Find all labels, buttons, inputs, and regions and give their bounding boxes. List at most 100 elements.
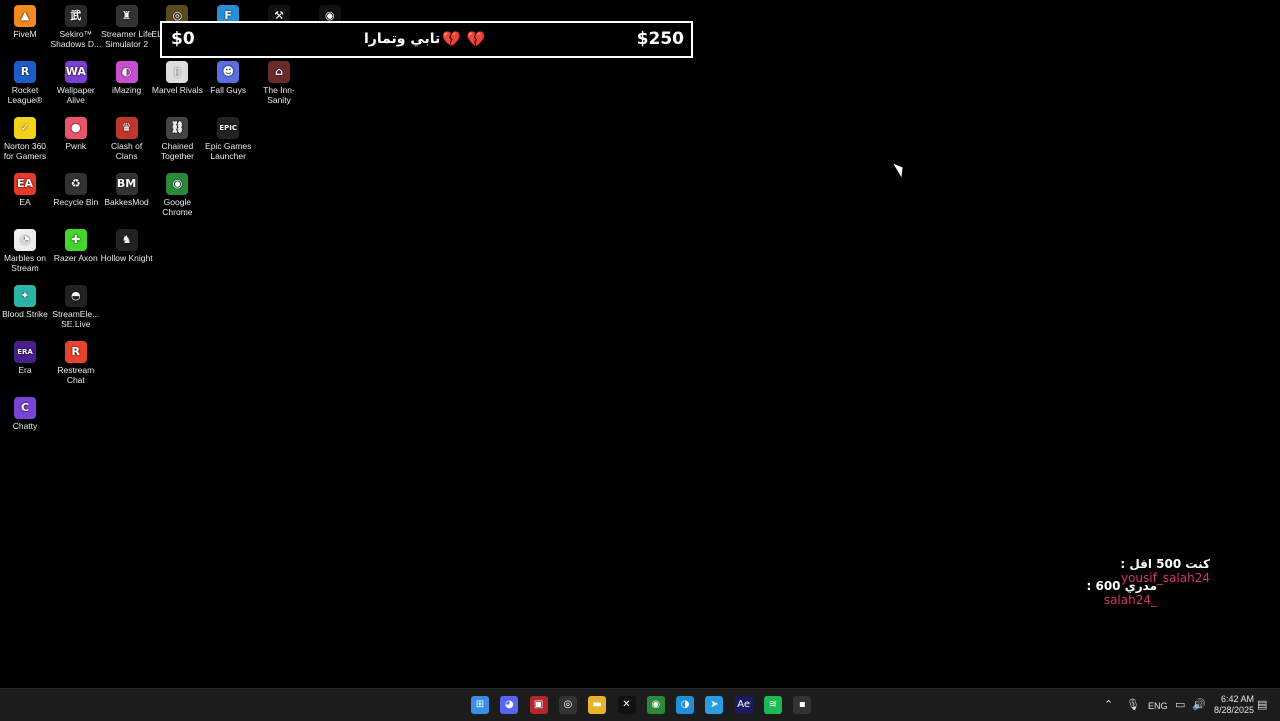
desktop-icon-wallpaper-alive[interactable]: WA Wallpaper Alive: [50, 61, 102, 105]
desktop-icon-label: BakkesMod: [104, 197, 149, 207]
capcut-icon[interactable]: ✕: [617, 696, 636, 714]
microphone-icon[interactable]: 🎙: [1126, 698, 1140, 711]
desktop-icon-clash-of-clans[interactable]: ♛ Clash of Clans: [101, 117, 153, 161]
desktop-icon-label: Era: [18, 365, 32, 375]
app-icon: ♛: [115, 117, 138, 139]
desktop-icon-restream-chat[interactable]: R Restream Chat: [50, 341, 102, 385]
desktop-icon-label: Pwnk: [65, 141, 87, 151]
video-editor-icon[interactable]: ▣: [529, 696, 548, 714]
app-icon: ◐: [115, 61, 138, 83]
desktop-icon-imazing[interactable]: ◐ iMazing: [101, 61, 153, 95]
clock-time[interactable]: 6:42 AM: [1221, 694, 1254, 704]
desktop-icon-label: Google Chrome: [162, 197, 193, 217]
taskbar: ⌃ 🎙 ENG ▭ 🔊 6:42 AM 8/28/2025 ▤ ⊞ ◕ ▣ ◎ ▬ ✕ ◉ ◑…: [0, 688, 1280, 721]
notification-icon[interactable]: ▤: [1257, 698, 1267, 711]
app-icon: EPIC: [217, 117, 240, 139]
broken-heart-icon: 💔💔: [442, 30, 492, 48]
obs-icon[interactable]: ◎: [558, 696, 577, 714]
after-effects-icon[interactable]: Ae: [734, 696, 753, 714]
start-icon[interactable]: ⊞: [471, 696, 489, 714]
network-icon[interactable]: ▭: [1175, 698, 1185, 711]
desktop-icon-label: Epic Games Launcher: [205, 141, 252, 161]
app-icon: ●: [64, 117, 87, 139]
desktop-icon-blood-strike[interactable]: ✦ Blood Strike: [0, 285, 51, 319]
app-icon: ☻: [217, 61, 240, 83]
desktop-icon-bakkesmod[interactable]: BM BakkesMod: [101, 173, 153, 207]
desktop-icon-label: EA: [19, 197, 31, 207]
app-icon: R: [14, 61, 36, 83]
chat-text: كنت 500 اقل: [1129, 557, 1210, 571]
desktop-icon-label: Recycle Bin: [53, 197, 99, 207]
desktop-icon-chatty[interactable]: C Chatty: [0, 397, 51, 431]
volume-icon[interactable]: 🔊: [1192, 698, 1206, 711]
desktop-icon-label: Fall Guys: [210, 85, 247, 95]
desktop-icon-streamele-se-live[interactable]: ◓ StreamEle... SE.Live: [50, 285, 102, 329]
app-icon: ◔: [14, 229, 36, 251]
app-icon: ⌂: [268, 61, 290, 83]
desktop-icon-hollow-knight[interactable]: ♞ Hollow Knight: [101, 229, 153, 263]
app-icon: ◉: [166, 173, 189, 195]
app-icon: ♜: [115, 5, 138, 27]
desktop-icon-epic-games-launcher[interactable]: EPIC Epic Games Launcher: [202, 117, 254, 161]
chat-message: مدري 600 : _salah24: [1043, 579, 1243, 607]
clock-date[interactable]: 8/28/2025: [1214, 705, 1254, 715]
app-icon: ♻: [64, 173, 87, 195]
desktop-icon-label: Chatty: [12, 421, 38, 431]
desktop-icon-label: StreamEle... SE.Live: [52, 309, 100, 329]
desktop-icon-label: Marbles on Stream: [3, 253, 47, 273]
desktop-icon-label: Rocket League®: [7, 85, 43, 105]
spotify-icon[interactable]: ≋: [764, 696, 782, 714]
goal-target-amount: $250: [636, 29, 684, 49]
desktop-icon-label: Chained Together: [160, 141, 194, 161]
desktop-icon-label: Wallpaper Alive: [56, 85, 95, 105]
language-indicator[interactable]: ENG: [1148, 701, 1168, 711]
desktop-icon-razer-axon[interactable]: ✚ Razer Axon: [50, 229, 102, 263]
desktop-icon-label: Marvel Rivals: [151, 85, 203, 95]
desktop-icon-label: Sekiro™ Shadows D...: [50, 29, 102, 49]
app-icon: ✦: [14, 285, 36, 307]
app-icon: EA: [14, 173, 36, 195]
desktop-icon-google-chrome[interactable]: ◉ Google Chrome: [151, 173, 203, 217]
chat-separator: :: [1120, 557, 1130, 571]
app-icon: WA: [64, 61, 87, 83]
edge-icon[interactable]: ◑: [676, 696, 695, 714]
app-icon: R: [64, 341, 87, 363]
desktop-icon-label: Clash of Clans: [111, 141, 143, 161]
app-icon[interactable]: ▪: [793, 696, 812, 714]
desktop-icon-label: iMazing: [111, 85, 142, 95]
chat-username: _salah24: [1103, 593, 1157, 607]
chevron-up-icon[interactable]: ⌃: [1104, 698, 1113, 711]
desktop-icon-chained-together[interactable]: ⛓ Chained Together: [151, 117, 203, 161]
file-explorer-icon[interactable]: ▬: [588, 696, 607, 714]
mouse-cursor-icon: [893, 160, 907, 178]
desktop-icon-the-inn-sanity[interactable]: ⌂ The Inn-Sanity: [253, 61, 305, 105]
app-icon: ◓: [64, 285, 87, 307]
telegram-icon[interactable]: ➤: [705, 696, 724, 714]
chat-text: مدري 600: [1095, 579, 1157, 593]
desktop-icon-label: Norton 360 for Gamers: [3, 141, 47, 161]
desktop-icon-rocket-league[interactable]: R Rocket League®: [0, 61, 51, 105]
desktop-icon-recycle-bin[interactable]: ♻ Recycle Bin: [50, 173, 102, 207]
desktop-icon-marvel-rivals[interactable]: ▯ Marvel Rivals: [151, 61, 203, 95]
desktop-icon-label: Blood Strike: [2, 309, 48, 319]
desktop-icon-era[interactable]: ERA Era: [0, 341, 51, 375]
desktop-icon-label: Hollow Knight: [100, 253, 153, 263]
chrome-icon[interactable]: ◉: [646, 696, 665, 714]
desktop-icon-marbles-on-stream[interactable]: ◔ Marbles on Stream: [0, 229, 51, 273]
goal-title: تابي وتمارا: [364, 31, 441, 47]
discord-icon[interactable]: ◕: [500, 696, 519, 714]
desktop-icon-pwnk[interactable]: ● Pwnk: [50, 117, 102, 151]
desktop-icon-fall-guys[interactable]: ☻ Fall Guys: [202, 61, 254, 95]
desktop-icon-sekiro-shadows-d[interactable]: 武 Sekiro™ Shadows D...: [50, 5, 102, 49]
donation-goal-overlay: $0 تابي وتمارا 💔💔 $250: [160, 21, 693, 58]
goal-current-amount: $0: [171, 29, 195, 49]
app-icon: ▲: [14, 5, 36, 27]
app-icon: ERA: [14, 341, 36, 363]
desktop-icon-streamer-life-simulator-2[interactable]: ♜ Streamer Life Simulator 2: [101, 5, 153, 49]
desktop-icon-ea[interactable]: EA EA: [0, 173, 51, 207]
app-icon: BM: [115, 173, 138, 195]
desktop-icon-fivem[interactable]: ▲ FiveM: [0, 5, 51, 39]
desktop-icon-norton-360-for-gamers[interactable]: ✓ Norton 360 for Gamers: [0, 117, 51, 161]
app-icon: C: [14, 397, 36, 419]
app-icon: ♞: [115, 229, 138, 251]
